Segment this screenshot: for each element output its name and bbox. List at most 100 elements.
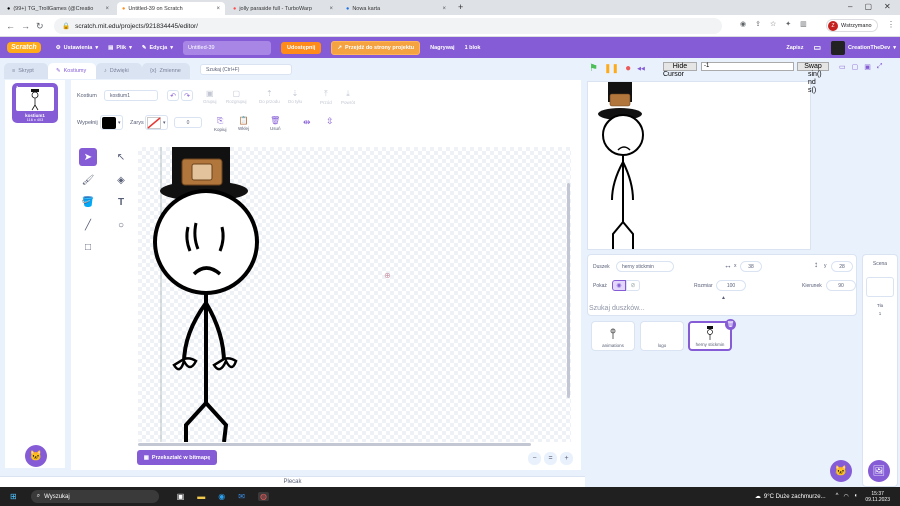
zoom-in-button[interactable]: + <box>560 452 573 465</box>
system-clock[interactable]: 15:37 09.11.2023 <box>865 491 890 503</box>
delete-button[interactable]: 🗑 Usuń <box>270 116 281 131</box>
maximize-icon[interactable]: ▢ <box>864 2 872 11</box>
extensions-icon[interactable]: ✦ <box>785 20 791 28</box>
delete-sprite-trash-icon[interactable]: 🗑 <box>725 319 736 330</box>
file-menu[interactable]: ▤ Plik ▾ <box>108 45 132 51</box>
reshape-tool-icon[interactable]: ↖ <box>112 148 130 166</box>
normal-stage-icon[interactable]: ▢ <box>852 63 859 71</box>
rectangle-tool-icon[interactable]: □ <box>79 238 97 256</box>
sprite-item-logo[interactable]: logo <box>640 321 684 351</box>
fill-tool-icon[interactable]: 🪣 <box>79 193 97 211</box>
search-input[interactable]: Szukaj (Ctrl+F) <box>200 64 292 75</box>
address-bar[interactable]: 🔒 scratch.mit.edu/projects/921834445/edit… <box>54 18 722 34</box>
chevron-up-icon[interactable]: ^ <box>836 493 839 500</box>
size-input[interactable]: 100 <box>716 280 746 291</box>
copy-button[interactable]: ⎘ Kopiuj <box>214 116 227 132</box>
fullscreen-icon[interactable]: ⤢ <box>877 63 883 71</box>
vertical-scrollbar[interactable] <box>567 183 570 398</box>
show-sprite-eye-icon[interactable]: ◉ <box>612 280 626 291</box>
convert-to-bitmap-button[interactable]: ▦ Przekształć w bitmapę <box>137 450 217 465</box>
tab-close-icon[interactable]: × <box>216 6 220 12</box>
line-tool-icon[interactable]: ╱ <box>79 216 97 234</box>
settings-menu[interactable]: ⚙ Ustawienia ▾ <box>56 45 98 51</box>
browser-tab-2[interactable]: ● Untitled-39 on Scratch × <box>117 2 225 15</box>
browser-tab-4[interactable]: ● Nowa karta × <box>341 2 451 15</box>
edit-menu[interactable]: ✎ Edycja ▾ <box>142 45 173 51</box>
taskbar-search[interactable]: ⌕ Wyszukaj <box>30 490 159 503</box>
forward-button[interactable]: ⇡ Do przodu <box>259 89 280 104</box>
hide-cursor-button[interactable]: Hide <box>663 62 697 71</box>
tab-sounds[interactable]: ♪ Dźwięki <box>96 63 142 79</box>
add-costume-button[interactable]: 🐱 <box>25 445 47 467</box>
save-button[interactable]: Zapisz <box>786 45 803 51</box>
sprite-search-input[interactable]: Szukaj duszków... <box>589 305 859 316</box>
green-flag-icon[interactable]: ⚑ <box>589 63 598 74</box>
outline-width-input[interactable]: 0 <box>174 117 202 128</box>
close-window-icon[interactable]: ✕ <box>884 2 891 11</box>
drawing-canvas[interactable]: ⊕ <box>138 147 571 442</box>
group-button[interactable]: ▣ Grupuj <box>203 89 217 104</box>
stage-canvas[interactable] <box>587 81 811 250</box>
chrome-browser-icon[interactable]: ◍ <box>257 492 269 501</box>
sprite-name-input[interactable]: herny stickmin <box>616 261 674 272</box>
hide-sprite-eye-icon[interactable]: ⊘ <box>626 280 640 291</box>
tab-close-icon[interactable]: × <box>329 6 333 12</box>
user-menu[interactable]: CreationTheDev ▾ <box>831 40 896 55</box>
tab-close-icon[interactable]: × <box>442 6 446 12</box>
flip-horizontal-icon[interactable]: ⇹ <box>303 117 311 128</box>
costume-name-input[interactable]: kostium1 <box>104 90 158 101</box>
new-tab-button[interactable]: + <box>458 2 463 12</box>
volume-icon[interactable]: ◖ <box>854 493 858 500</box>
direction-input[interactable]: 90 <box>826 280 856 291</box>
front-button[interactable]: ⤒ Przód <box>320 89 332 105</box>
minimize-icon[interactable]: – <box>848 2 852 11</box>
camera-icon[interactable]: ◉ <box>740 20 746 28</box>
paste-button[interactable]: 📋 Wklej <box>238 116 249 131</box>
add-sprite-button[interactable]: 🐱 <box>830 460 852 482</box>
large-stage-icon[interactable]: ▣ <box>864 63 871 71</box>
reload-icon[interactable]: ↻ <box>36 21 44 32</box>
record-button[interactable]: Nagrywaj <box>430 45 454 51</box>
share-page-icon[interactable]: ⇪ <box>755 20 761 28</box>
brush-tool-icon[interactable]: 🖌 <box>79 171 97 189</box>
file-explorer-icon[interactable]: ▬ <box>197 492 205 501</box>
fill-color-picker[interactable]: ▾ <box>100 115 123 130</box>
tab-costumes[interactable]: ✎ Kostiumy <box>48 63 96 79</box>
edge-browser-icon[interactable]: ◉ <box>218 492 225 501</box>
see-project-page-button[interactable]: ↗ Przejdź do strony projektu <box>331 40 421 55</box>
star-icon[interactable]: ☆ <box>770 20 776 28</box>
back-button[interactable]: ⤓ Powrót <box>341 89 355 105</box>
task-view-icon[interactable]: ▣ <box>177 492 185 501</box>
stop-icon[interactable]: ● <box>625 63 631 74</box>
collapse-arrow-icon[interactable]: ▲ <box>721 295 726 301</box>
zoom-reset-button[interactable]: = <box>544 452 557 465</box>
ungroup-button[interactable]: ▢ Rozgrupuj <box>226 89 247 104</box>
select-tool-icon[interactable]: ➤ <box>79 148 97 166</box>
profile-button[interactable]: Z Wstrzymano <box>826 19 878 32</box>
pause-icon[interactable]: ❚❚ <box>604 63 619 74</box>
my-stuff-folder-icon[interactable]: ▭ <box>813 43 821 52</box>
tab-code[interactable]: ≡ Skrypt <box>4 63 48 79</box>
y-position-input[interactable]: 28 <box>831 261 853 272</box>
redo-icon[interactable]: ↷ <box>181 90 193 101</box>
tab-variables[interactable]: {x} Zmienne <box>142 63 190 79</box>
mail-icon[interactable]: ✉ <box>238 492 245 501</box>
windows-start-icon[interactable]: ⊞ <box>10 492 17 501</box>
eraser-tool-icon[interactable]: ◈ <box>112 171 130 189</box>
stage-panel[interactable]: Scena Tła 1 <box>862 254 898 487</box>
back-arrow-icon[interactable]: ← <box>6 21 15 31</box>
zoom-out-button[interactable]: − <box>528 452 541 465</box>
undo-icon[interactable]: ↶ <box>167 90 179 101</box>
backward-button[interactable]: ⇣ Do tyłu <box>288 89 302 104</box>
outline-color-picker[interactable]: ▾ <box>145 115 168 130</box>
scratch-logo[interactable]: Scratch <box>7 42 41 53</box>
value-input[interactable]: -1 <box>701 62 794 71</box>
add-backdrop-button[interactable]: 🖼 <box>868 460 890 482</box>
turbo-icon[interactable]: ◀◀ <box>637 66 645 72</box>
wifi-icon[interactable]: ◠ <box>843 493 848 500</box>
browser-tab-1[interactable]: ● (99+) TG_TrollGames (@Creatio × <box>2 2 114 15</box>
horizontal-scrollbar[interactable] <box>138 443 531 446</box>
project-title-input[interactable]: Untitled-39 <box>183 40 271 55</box>
sidebar-icon[interactable]: ▥ <box>800 20 807 28</box>
sprite-item-animations[interactable]: animations <box>591 321 635 351</box>
